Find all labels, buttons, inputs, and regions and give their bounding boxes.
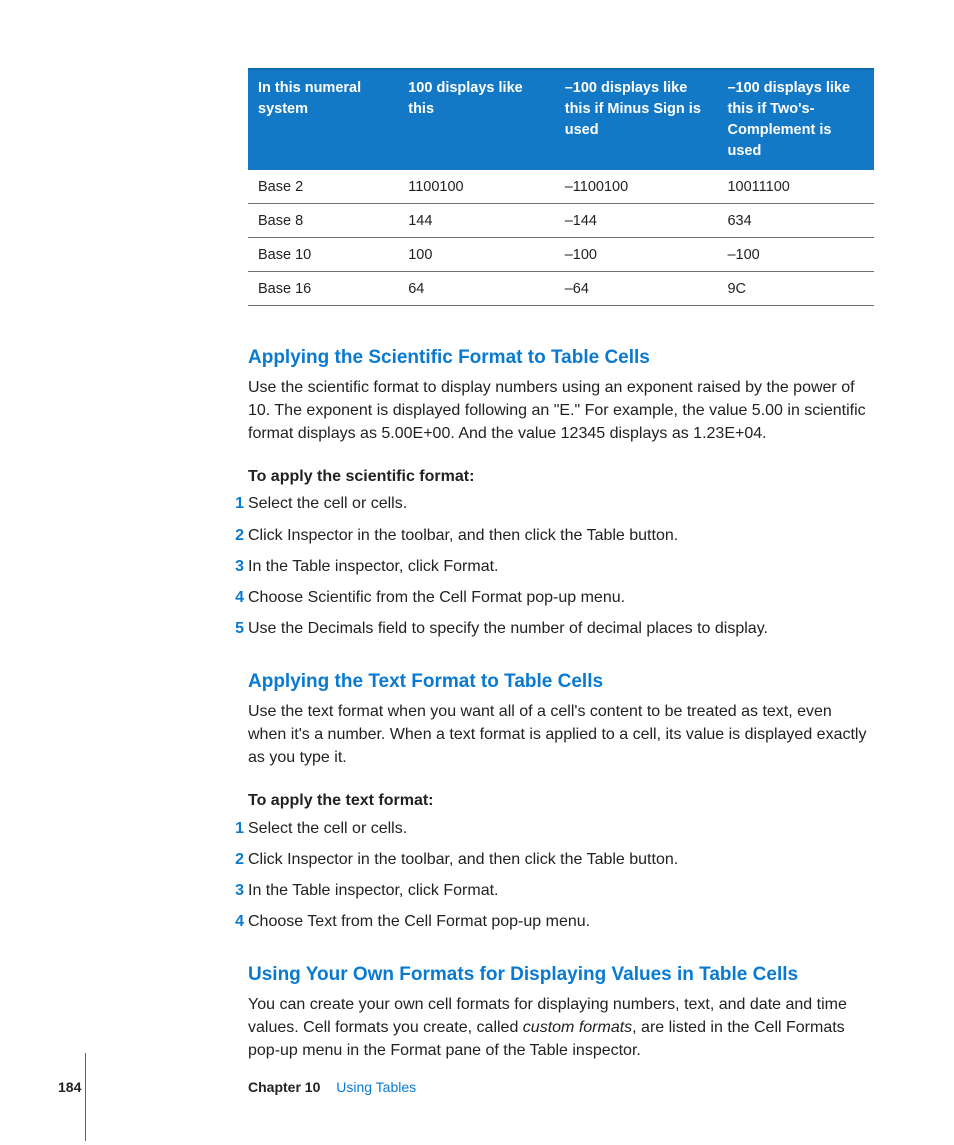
- section-heading: Using Your Own Formats for Displaying Va…: [248, 961, 874, 989]
- section-paragraph: Use the scientific format to display num…: [248, 376, 874, 446]
- table-header: In this numeral system: [248, 69, 398, 170]
- step-text: Click Inspector in the toolbar, and then…: [248, 851, 678, 868]
- table-cell: 100: [398, 238, 555, 272]
- step-text: Click Inspector in the toolbar, and then…: [248, 527, 678, 544]
- table-header: 100 displays like this: [398, 69, 555, 170]
- step-number: 5: [226, 617, 244, 640]
- step-text: In the Table inspector, click Format.: [248, 882, 498, 899]
- footer-divider: [85, 1053, 86, 1141]
- steps-lead: To apply the text format:: [248, 789, 874, 812]
- step-item: 3In the Table inspector, click Format.: [248, 555, 874, 578]
- section-heading: Applying the Text Format to Table Cells: [248, 668, 874, 696]
- section-scientific-format: Applying the Scientific Format to Table …: [248, 344, 874, 640]
- table-cell: –100: [717, 238, 874, 272]
- section-text-format: Applying the Text Format to Table Cells …: [248, 668, 874, 933]
- step-number: 4: [226, 586, 244, 609]
- steps-lead: To apply the scientific format:: [248, 465, 874, 488]
- document-page: In this numeral system 100 displays like…: [0, 0, 954, 1145]
- chapter-label: Chapter 10 Using Tables: [248, 1077, 416, 1097]
- table-cell: –64: [555, 272, 718, 306]
- section-paragraph: Use the text format when you want all of…: [248, 700, 874, 770]
- table-cell: Base 16: [248, 272, 398, 306]
- step-number: 3: [226, 555, 244, 578]
- page-number: 184: [58, 1077, 81, 1097]
- chapter-number: Chapter 10: [248, 1079, 320, 1095]
- steps-list: 1Select the cell or cells. 2Click Inspec…: [248, 492, 874, 640]
- step-text: Use the Decimals field to specify the nu…: [248, 620, 768, 637]
- step-item: 5Use the Decimals field to specify the n…: [248, 617, 874, 640]
- step-item: 4Choose Scientific from the Cell Format …: [248, 586, 874, 609]
- step-text: Choose Scientific from the Cell Format p…: [248, 589, 625, 606]
- step-item: 2Click Inspector in the toolbar, and the…: [248, 848, 874, 871]
- step-number: 1: [226, 817, 244, 840]
- table-cell: 10011100: [717, 170, 874, 204]
- table-cell: Base 8: [248, 204, 398, 238]
- page-footer: 184 Chapter 10 Using Tables: [0, 1077, 954, 1097]
- step-number: 2: [226, 848, 244, 871]
- step-number: 1: [226, 492, 244, 515]
- step-item: 2Click Inspector in the toolbar, and the…: [248, 524, 874, 547]
- step-number: 3: [226, 879, 244, 902]
- table-row: Base 8 144 –144 634: [248, 204, 874, 238]
- table-cell: 634: [717, 204, 874, 238]
- table-cell: 144: [398, 204, 555, 238]
- table-row: Base 16 64 –64 9C: [248, 272, 874, 306]
- step-item: 3In the Table inspector, click Format.: [248, 879, 874, 902]
- table-cell: Base 2: [248, 170, 398, 204]
- table-header: –100 displays like this if Two's-Complem…: [717, 69, 874, 170]
- steps-list: 1Select the cell or cells. 2Click Inspec…: [248, 817, 874, 934]
- step-text: Select the cell or cells.: [248, 820, 407, 837]
- step-number: 2: [226, 524, 244, 547]
- table-cell: 64: [398, 272, 555, 306]
- step-item: 1Select the cell or cells.: [248, 817, 874, 840]
- italic-term: custom formats: [523, 1019, 632, 1036]
- step-text: Select the cell or cells.: [248, 495, 407, 512]
- step-number: 4: [226, 910, 244, 933]
- table-cell: –144: [555, 204, 718, 238]
- step-text: Choose Text from the Cell Format pop-up …: [248, 913, 590, 930]
- table-cell: –100: [555, 238, 718, 272]
- section-paragraph: You can create your own cell formats for…: [248, 993, 874, 1063]
- table-cell: –1100100: [555, 170, 718, 204]
- step-text: In the Table inspector, click Format.: [248, 558, 498, 575]
- section-custom-formats: Using Your Own Formats for Displaying Va…: [248, 961, 874, 1062]
- step-item: 1Select the cell or cells.: [248, 492, 874, 515]
- chapter-title: Using Tables: [336, 1079, 416, 1095]
- table-cell: Base 10: [248, 238, 398, 272]
- numeral-system-table: In this numeral system 100 displays like…: [248, 68, 874, 306]
- table-header-row: In this numeral system 100 displays like…: [248, 69, 874, 170]
- table-header: –100 displays like this if Minus Sign is…: [555, 69, 718, 170]
- step-item: 4Choose Text from the Cell Format pop-up…: [248, 910, 874, 933]
- table-cell: 9C: [717, 272, 874, 306]
- section-heading: Applying the Scientific Format to Table …: [248, 344, 874, 372]
- table-cell: 1100100: [398, 170, 555, 204]
- table-row: Base 2 1100100 –1100100 10011100: [248, 170, 874, 204]
- table-row: Base 10 100 –100 –100: [248, 238, 874, 272]
